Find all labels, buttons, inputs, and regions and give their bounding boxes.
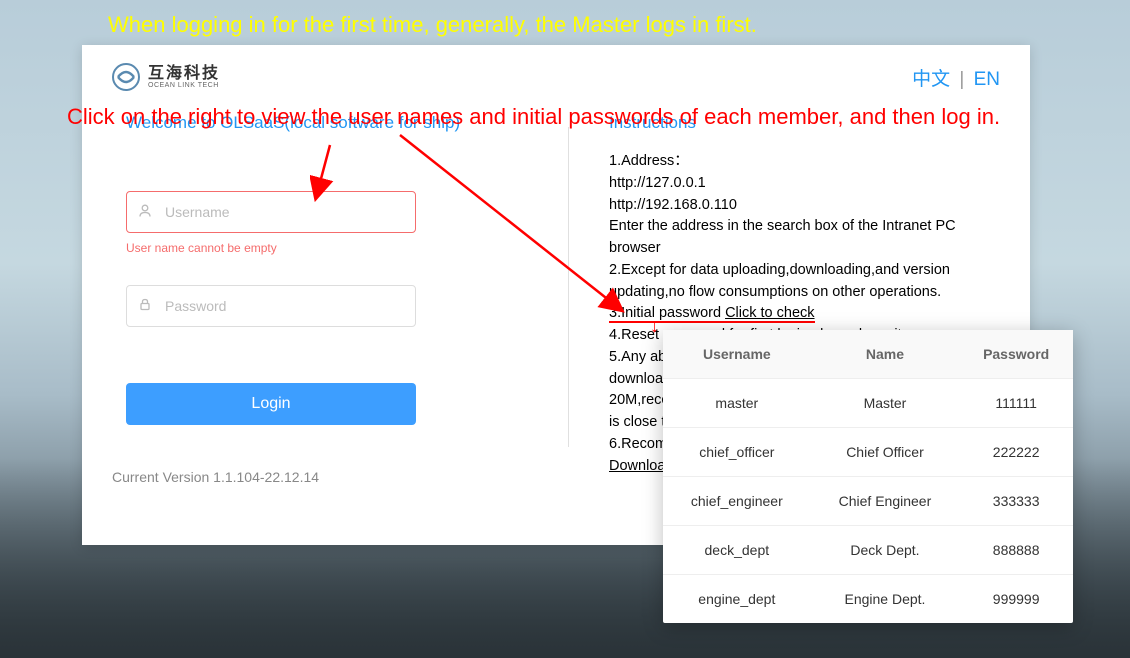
cell-password: 999999 — [959, 575, 1073, 624]
cell-username: deck_dept — [663, 526, 811, 575]
instr-line3-prefix: 3.Initial password — [609, 305, 725, 323]
arrow-down-icon: ↓ — [650, 316, 659, 337]
username-input[interactable] — [126, 191, 416, 233]
instr-address-label: 1.Address： — [609, 151, 1000, 173]
instr-address-1: http://127.0.0.1 — [609, 173, 1000, 195]
table-header-row: Username Name Password — [663, 330, 1073, 379]
cell-username: chief_engineer — [663, 477, 811, 526]
cell-name: Chief Engineer — [811, 477, 960, 526]
table-row: deck_deptDeck Dept.888888 — [663, 526, 1073, 575]
cell-username: engine_dept — [663, 575, 811, 624]
language-switcher: 中文 | EN — [912, 64, 1000, 91]
logo-text-en: OCEAN LINK TECH — [148, 82, 220, 89]
divider — [568, 127, 569, 447]
col-password: Password — [959, 330, 1073, 379]
logo-text-cn: 互海科技 — [148, 66, 220, 82]
instr-line2: 2.Except for data uploading,downloading,… — [609, 260, 1000, 304]
lang-separator: | — [959, 69, 964, 90]
instr-address-note: Enter the address in the search box of t… — [609, 216, 1000, 260]
cell-name: Engine Dept. — [811, 575, 960, 624]
instr-line3: 3.Initial password Click to check — [609, 303, 1000, 325]
col-name: Name — [811, 330, 960, 379]
lock-icon — [138, 298, 152, 315]
username-error: User name cannot be empty — [126, 241, 528, 255]
cell-password: 888888 — [959, 526, 1073, 575]
lang-en[interactable]: EN — [974, 69, 1000, 90]
click-to-check-link[interactable]: Click to check — [725, 305, 814, 323]
cell-name: Chief Officer — [811, 428, 960, 477]
cell-password: 222222 — [959, 428, 1073, 477]
login-button[interactable]: Login — [126, 383, 416, 425]
col-username: Username — [663, 330, 811, 379]
logo-icon — [112, 63, 140, 91]
version-label: Current Version 1.1.104-22.12.14 — [112, 469, 528, 485]
table-row: engine_deptEngine Dept.999999 — [663, 575, 1073, 624]
table-row: chief_engineerChief Engineer333333 — [663, 477, 1073, 526]
credentials-popup: Username Name Password masterMaster11111… — [663, 330, 1073, 623]
cell-password: 333333 — [959, 477, 1073, 526]
annotation-red: Click on the right to view the user name… — [67, 104, 1000, 130]
cell-username: chief_officer — [663, 428, 811, 477]
cell-name: Deck Dept. — [811, 526, 960, 575]
cell-password: 111111 — [959, 379, 1073, 428]
lang-zh[interactable]: 中文 — [912, 69, 950, 90]
table-row: chief_officerChief Officer222222 — [663, 428, 1073, 477]
password-input[interactable] — [126, 285, 416, 327]
instr-address-2: http://192.168.0.110 — [609, 195, 1000, 217]
logo: 互海科技 OCEAN LINK TECH — [112, 63, 220, 91]
cell-username: master — [663, 379, 811, 428]
annotation-yellow: When logging in for the first time, gene… — [108, 12, 757, 38]
table-row: masterMaster111111 — [663, 379, 1073, 428]
user-icon — [138, 204, 152, 221]
cell-name: Master — [811, 379, 960, 428]
